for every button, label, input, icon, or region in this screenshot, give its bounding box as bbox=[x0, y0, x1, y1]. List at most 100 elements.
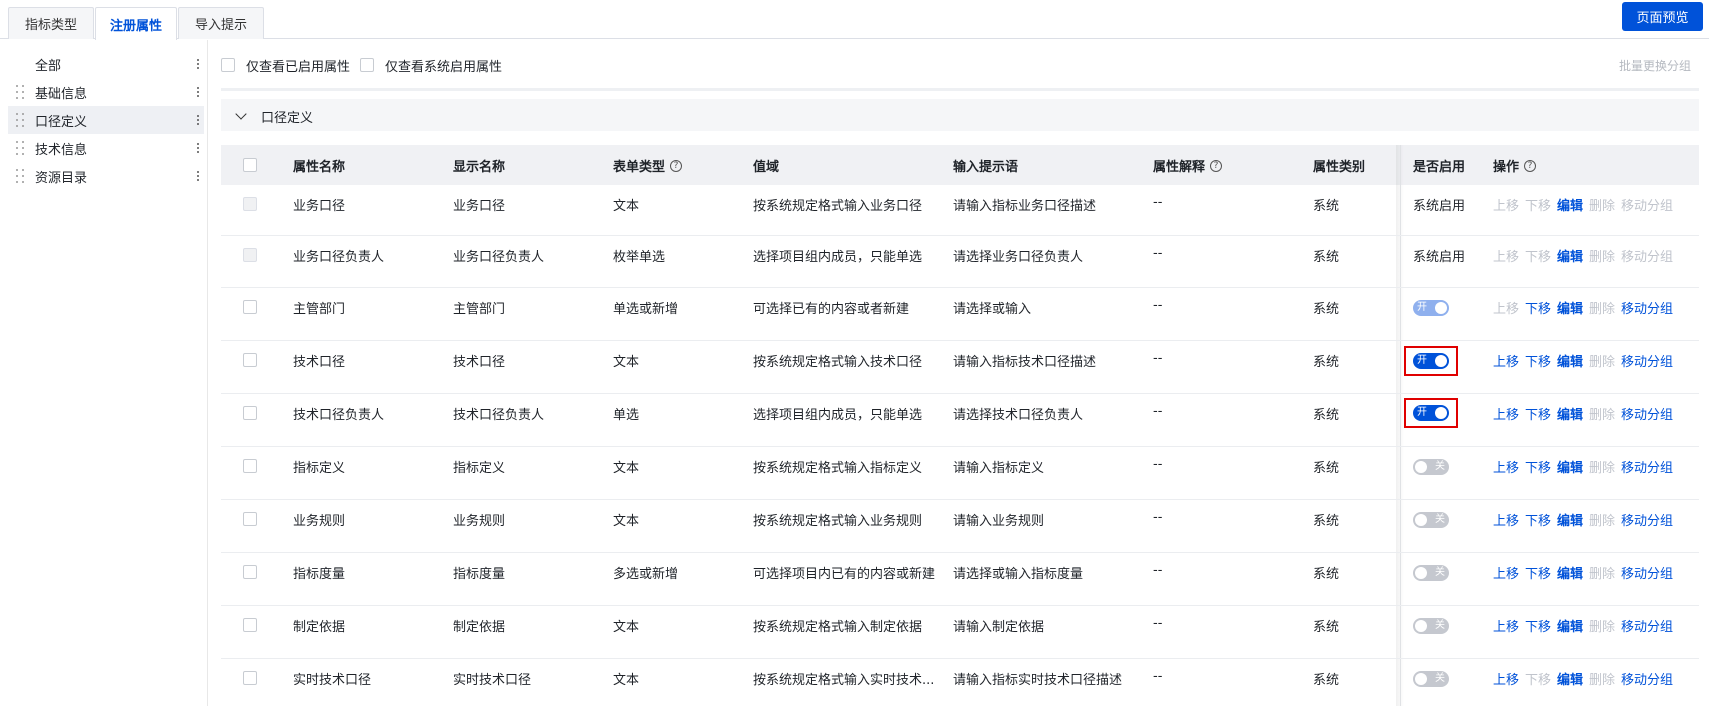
group-header[interactable]: 口径定义 bbox=[221, 99, 1699, 131]
edit-button[interactable]: 编辑 bbox=[1557, 563, 1583, 582]
cell-attr-name: 业务规则 bbox=[293, 514, 346, 529]
cell-domain: 可选择已有的内容或者新建 bbox=[753, 302, 910, 317]
sidebar-item-all[interactable]: 全部 bbox=[8, 50, 204, 78]
row-checkbox[interactable] bbox=[243, 300, 257, 314]
delete-button: 删除 bbox=[1589, 199, 1616, 214]
row-checkbox[interactable] bbox=[243, 353, 257, 367]
delete-button: 删除 bbox=[1589, 620, 1616, 635]
cell-attr-desc: -- bbox=[1153, 195, 1163, 210]
more-icon[interactable] bbox=[192, 106, 204, 134]
cell-attr-desc: -- bbox=[1153, 246, 1163, 261]
edit-button[interactable]: 编辑 bbox=[1557, 195, 1583, 214]
enable-switch[interactable]: 开 bbox=[1413, 353, 1449, 369]
more-icon[interactable] bbox=[192, 50, 204, 78]
cell-domain: 按系统规定格式输入制定依据 bbox=[753, 620, 923, 635]
row-checkbox bbox=[243, 248, 257, 262]
help-icon[interactable]: ? bbox=[1210, 159, 1223, 172]
edit-button[interactable]: 编辑 bbox=[1557, 457, 1583, 476]
row-checkbox[interactable] bbox=[243, 671, 257, 685]
batch-move-group-button[interactable]: 批量更换分组 bbox=[1619, 57, 1691, 74]
move-group-button[interactable]: 移动分组 bbox=[1621, 563, 1673, 582]
move-down-button[interactable]: 下移 bbox=[1525, 457, 1551, 476]
move-group-button[interactable]: 移动分组 bbox=[1621, 351, 1673, 370]
move-down-button[interactable]: 下移 bbox=[1525, 404, 1551, 423]
edit-button[interactable]: 编辑 bbox=[1557, 510, 1583, 529]
row-checkbox[interactable] bbox=[243, 565, 257, 579]
move-group-button[interactable]: 移动分组 bbox=[1621, 298, 1673, 317]
cell-input-hint: 请输入指标定义 bbox=[953, 461, 1045, 476]
cell-attr-category: 系统 bbox=[1313, 673, 1340, 688]
more-icon[interactable] bbox=[192, 78, 204, 106]
row-checkbox[interactable] bbox=[243, 459, 257, 473]
chevron-down-icon[interactable] bbox=[235, 108, 247, 120]
more-icon[interactable] bbox=[192, 162, 204, 190]
tab-register-attributes[interactable]: 注册属性 bbox=[95, 7, 177, 40]
cell-enabled-text: 系统启用 bbox=[1413, 199, 1466, 214]
row-checkbox[interactable] bbox=[243, 512, 257, 526]
move-down-button: 下移 bbox=[1525, 250, 1552, 265]
move-group-button[interactable]: 移动分组 bbox=[1621, 404, 1673, 423]
enable-switch[interactable]: 关 bbox=[1413, 671, 1449, 687]
sidebar-item-resource-catalog[interactable]: 资源目录 bbox=[8, 162, 204, 190]
move-group-button[interactable]: 移动分组 bbox=[1621, 669, 1673, 688]
delete-button: 删除 bbox=[1589, 302, 1616, 317]
enable-switch[interactable]: 开 bbox=[1413, 405, 1449, 421]
move-up-button[interactable]: 上移 bbox=[1493, 351, 1519, 370]
cell-display-name: 主管部门 bbox=[453, 302, 506, 317]
cell-form-type: 单选或新增 bbox=[613, 302, 679, 317]
table-row: 指标度量 指标度量 多选或新增 可选择项目内已有的内容或新建 请选择或输入指标度… bbox=[221, 553, 1699, 606]
sidebar-item-caliber-definition[interactable]: 口径定义 bbox=[8, 106, 204, 134]
move-group-button[interactable]: 移动分组 bbox=[1621, 510, 1673, 529]
move-up-button[interactable]: 上移 bbox=[1493, 669, 1519, 688]
sidebar-item-tech-info[interactable]: 技术信息 bbox=[8, 134, 204, 162]
enable-switch[interactable]: 关 bbox=[1413, 512, 1449, 528]
only-enabled-checkbox[interactable] bbox=[221, 58, 235, 72]
move-group-button[interactable]: 移动分组 bbox=[1621, 457, 1673, 476]
cell-enabled-text: 系统启用 bbox=[1413, 250, 1466, 265]
move-group-button[interactable]: 移动分组 bbox=[1621, 616, 1673, 635]
tab-bar: 指标类型 注册属性 导入提示 bbox=[0, 0, 1709, 40]
edit-button[interactable]: 编辑 bbox=[1557, 351, 1583, 370]
cell-attr-desc: -- bbox=[1153, 457, 1163, 472]
enable-switch[interactable]: 关 bbox=[1413, 618, 1449, 634]
page-preview-button[interactable]: 页面预览 bbox=[1622, 2, 1703, 31]
tab-import-hint[interactable]: 导入提示 bbox=[178, 7, 264, 39]
cell-input-hint: 请输入制定依据 bbox=[953, 620, 1045, 635]
move-up-button[interactable]: 上移 bbox=[1493, 510, 1519, 529]
edit-button[interactable]: 编辑 bbox=[1557, 616, 1583, 635]
drag-handle-icon[interactable] bbox=[16, 168, 26, 184]
edit-button[interactable]: 编辑 bbox=[1557, 246, 1583, 265]
move-down-button[interactable]: 下移 bbox=[1525, 563, 1551, 582]
table-row: 技术口径 技术口径 文本 按系统规定格式输入技术口径 请输入指标技术口径描述 -… bbox=[221, 341, 1699, 394]
move-up-button[interactable]: 上移 bbox=[1493, 404, 1519, 423]
move-down-button[interactable]: 下移 bbox=[1525, 351, 1551, 370]
row-checkbox[interactable] bbox=[243, 618, 257, 632]
help-icon[interactable]: ? bbox=[670, 159, 683, 172]
row-checkbox[interactable] bbox=[243, 406, 257, 420]
more-icon[interactable] bbox=[192, 134, 204, 162]
move-down-button[interactable]: 下移 bbox=[1525, 616, 1551, 635]
move-down-button[interactable]: 下移 bbox=[1525, 510, 1551, 529]
col-display-name: 显示名称 bbox=[453, 160, 506, 175]
enable-switch[interactable]: 关 bbox=[1413, 565, 1449, 581]
edit-button[interactable]: 编辑 bbox=[1557, 298, 1583, 317]
tab-metric-type[interactable]: 指标类型 bbox=[8, 7, 94, 39]
move-up-button[interactable]: 上移 bbox=[1493, 457, 1519, 476]
cell-attr-name: 制定依据 bbox=[293, 620, 346, 635]
drag-handle-icon[interactable] bbox=[16, 84, 26, 100]
only-system-enabled-checkbox[interactable] bbox=[360, 58, 374, 72]
edit-button[interactable]: 编辑 bbox=[1557, 669, 1583, 688]
enable-switch[interactable]: 关 bbox=[1413, 459, 1449, 475]
edit-button[interactable]: 编辑 bbox=[1557, 404, 1583, 423]
drag-handle-icon[interactable] bbox=[16, 112, 26, 128]
col-input-hint: 输入提示语 bbox=[953, 160, 1019, 175]
select-all-checkbox[interactable] bbox=[243, 158, 257, 172]
move-up-button[interactable]: 上移 bbox=[1493, 563, 1519, 582]
move-down-button[interactable]: 下移 bbox=[1525, 298, 1551, 317]
sidebar-item-basic-info[interactable]: 基础信息 bbox=[8, 78, 204, 106]
delete-button: 删除 bbox=[1589, 461, 1616, 476]
move-up-button[interactable]: 上移 bbox=[1493, 616, 1519, 635]
sidebar-item-label: 资源目录 bbox=[35, 170, 88, 186]
drag-handle-icon[interactable] bbox=[16, 140, 26, 156]
cell-form-type: 文本 bbox=[613, 620, 640, 635]
